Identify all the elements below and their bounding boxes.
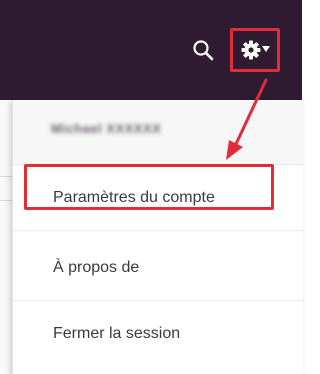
annotation-arrow (226, 78, 268, 160)
